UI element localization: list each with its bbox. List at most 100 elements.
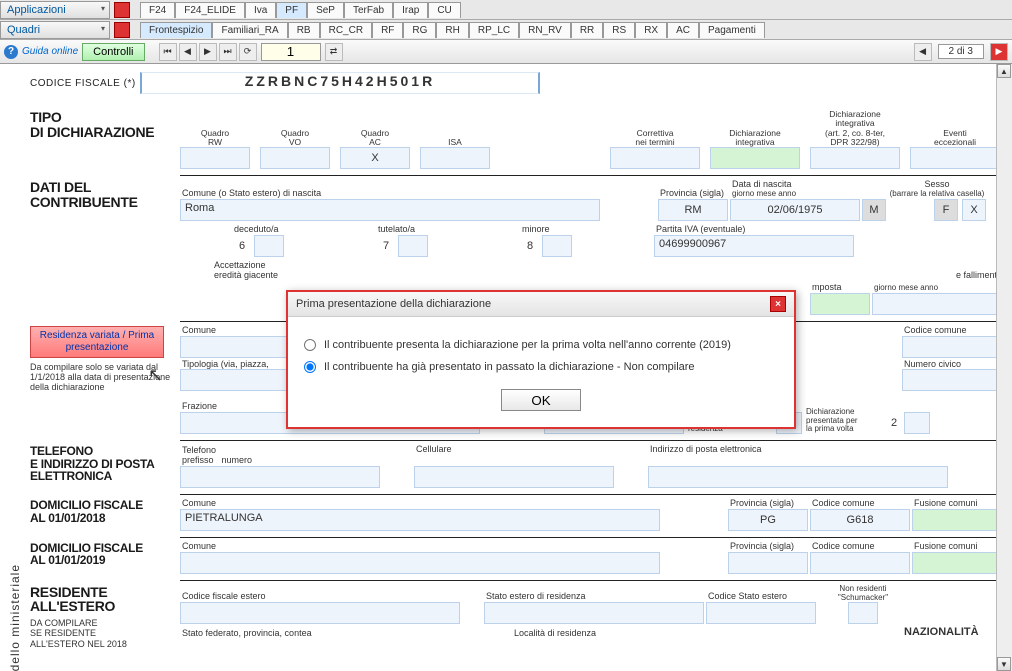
tab-rb[interactable]: RB bbox=[288, 22, 320, 38]
tab-f24[interactable]: F24 bbox=[140, 2, 175, 18]
page-input[interactable] bbox=[261, 43, 321, 61]
tutelato-input[interactable] bbox=[398, 235, 428, 257]
radio-2-label: Il contribuente ha già presentato in pas… bbox=[324, 361, 695, 373]
tab-rc_cr[interactable]: RC_CR bbox=[320, 22, 372, 38]
dom2018-prov-input[interactable]: PG bbox=[728, 509, 808, 531]
next-page-button[interactable]: ▶ bbox=[199, 43, 217, 61]
prev-record-button[interactable]: ◀ bbox=[914, 43, 932, 61]
minore-input[interactable] bbox=[542, 235, 572, 257]
last-page-button[interactable]: ⏭ bbox=[219, 43, 237, 61]
radio-1-label: Il contribuente presenta la dichiarazion… bbox=[324, 339, 731, 351]
cellulare-label: Cellulare bbox=[414, 445, 614, 455]
tab-f24_elide[interactable]: F24_ELIDE bbox=[175, 2, 245, 18]
pdf-icon-2[interactable] bbox=[114, 22, 130, 38]
dom2018-codice-input[interactable]: G618 bbox=[810, 509, 910, 531]
prev-page-button[interactable]: ◀ bbox=[179, 43, 197, 61]
sesso-m[interactable]: M bbox=[862, 199, 886, 221]
email-input[interactable] bbox=[648, 466, 948, 488]
dom2019-prov-input[interactable] bbox=[728, 552, 808, 574]
page-indicator: 2 di 3 bbox=[938, 44, 984, 59]
tipo-col-3[interactable] bbox=[420, 147, 490, 169]
dom2018-comune-input[interactable]: PIETRALUNGA bbox=[180, 509, 660, 531]
tipo-col-6[interactable] bbox=[810, 147, 900, 169]
radio-1[interactable] bbox=[304, 339, 316, 351]
vertical-scrollbar[interactable]: ▲ ▼ bbox=[996, 64, 1012, 671]
estero-sub: DA COMPILARE SE RESIDENTE ALL'ESTERO NEL… bbox=[30, 618, 174, 649]
tab-pagamenti[interactable]: Pagamenti bbox=[699, 22, 765, 38]
dom2018-prov-label: Provincia (sigla) bbox=[728, 499, 808, 509]
radio-option-2[interactable]: Il contribuente ha già presentato in pas… bbox=[304, 361, 778, 373]
provincia-input[interactable]: RM bbox=[658, 199, 728, 221]
ok-button[interactable]: OK bbox=[501, 389, 581, 411]
data-nascita-input[interactable]: 02/06/1975 bbox=[730, 199, 860, 221]
help-icon[interactable]: ? bbox=[4, 45, 18, 59]
tab-iva[interactable]: Iva bbox=[245, 2, 276, 18]
radio-option-1[interactable]: Il contribuente presenta la dichiarazion… bbox=[304, 339, 778, 351]
cfestero-input[interactable] bbox=[180, 602, 460, 624]
scroll-up-button[interactable]: ▲ bbox=[997, 64, 1011, 78]
comune-input[interactable]: Roma bbox=[180, 199, 600, 221]
gma-label: giorno mese anno bbox=[872, 284, 1012, 293]
tab-rg[interactable]: RG bbox=[403, 22, 436, 38]
piva-input[interactable]: 04699900967 bbox=[654, 235, 854, 257]
tab-frontespizio[interactable]: Frontespizio bbox=[140, 22, 212, 38]
tab-cu[interactable]: CU bbox=[428, 2, 460, 18]
imposta-input[interactable] bbox=[810, 293, 870, 315]
schumacker-input[interactable] bbox=[848, 602, 878, 624]
next-record-button[interactable]: ▶ bbox=[990, 43, 1008, 61]
dom2018-title: DOMICILIO FISCALE AL 01/01/2018 bbox=[30, 499, 174, 526]
cellulare-input[interactable] bbox=[414, 466, 614, 488]
tab-pf[interactable]: PF bbox=[276, 2, 307, 18]
tab-rp_lc[interactable]: RP_LC bbox=[469, 22, 519, 38]
applicazioni-dropdown[interactable]: Applicazioni bbox=[0, 1, 110, 19]
tipo-dich-body: Quadro RWQuadro VOQuadro ACXISACorrettiv… bbox=[180, 110, 1012, 176]
tab-familiari_ra[interactable]: Familiari_RA bbox=[212, 22, 287, 38]
tipo-col-5[interactable] bbox=[710, 147, 800, 169]
dich-prima-check[interactable] bbox=[904, 412, 930, 434]
gma-input[interactable] bbox=[872, 293, 1012, 315]
sync-button[interactable]: ⇄ bbox=[325, 43, 343, 61]
tab-irap[interactable]: Irap bbox=[393, 2, 428, 18]
residenza-badge[interactable]: Residenza variata / Prima presentazione bbox=[30, 326, 164, 358]
dom2019-comune-input[interactable] bbox=[180, 552, 660, 574]
codice-fiscale-input[interactable]: ZZRBNC75H42H501R bbox=[140, 72, 540, 94]
tipo-col-7[interactable] bbox=[910, 147, 1000, 169]
quadri-toolbar: Quadri FrontespizioFamiliari_RARBRC_CRRF… bbox=[0, 20, 1012, 40]
scroll-down-button[interactable]: ▼ bbox=[997, 657, 1011, 671]
controlli-button[interactable]: Controlli bbox=[82, 43, 144, 61]
dialog-title: Prima presentazione della dichiarazione bbox=[296, 298, 491, 310]
stato-res-label: Stato estero di residenza bbox=[484, 592, 704, 602]
dom2019-prov-label: Provincia (sigla) bbox=[728, 542, 808, 552]
tipo-col-2[interactable]: X bbox=[340, 147, 410, 169]
tab-rh[interactable]: RH bbox=[436, 22, 468, 38]
tipo-col-1[interactable] bbox=[260, 147, 330, 169]
close-icon[interactable]: × bbox=[770, 296, 786, 312]
sesso-f[interactable]: F bbox=[934, 199, 958, 221]
tutelato-label: tutelato/a bbox=[376, 225, 476, 235]
quadri-dropdown[interactable]: Quadri bbox=[0, 21, 110, 39]
tab-rn_rv[interactable]: RN_RV bbox=[519, 22, 571, 38]
tab-rf[interactable]: RF bbox=[372, 22, 403, 38]
tab-rr[interactable]: RR bbox=[571, 22, 603, 38]
deceduto-input[interactable] bbox=[254, 235, 284, 257]
dich-prima-num: 2 bbox=[886, 412, 902, 434]
tab-rs[interactable]: RS bbox=[603, 22, 635, 38]
guida-online-link[interactable]: Guida online bbox=[22, 46, 78, 57]
telefono-input[interactable] bbox=[180, 466, 380, 488]
tab-terfab[interactable]: TerFab bbox=[344, 2, 393, 18]
pdf-icon[interactable] bbox=[114, 2, 130, 18]
tab-rx[interactable]: RX bbox=[635, 22, 667, 38]
stato-res-input[interactable] bbox=[484, 602, 704, 624]
codice-stato-input[interactable] bbox=[706, 602, 816, 624]
tipo-col-4[interactable] bbox=[610, 147, 700, 169]
refresh-button[interactable]: ⟳ bbox=[239, 43, 257, 61]
radio-2[interactable] bbox=[304, 361, 316, 373]
sesso-x[interactable]: X bbox=[962, 199, 986, 221]
tipo-title-1: TIPO bbox=[30, 109, 61, 125]
first-page-button[interactable]: ⏮ bbox=[159, 43, 177, 61]
tab-ac[interactable]: AC bbox=[667, 22, 699, 38]
dom2019-codice-input[interactable] bbox=[810, 552, 910, 574]
dom2018-comune-label: Comune bbox=[180, 499, 726, 509]
tipo-col-0[interactable] bbox=[180, 147, 250, 169]
tab-sep[interactable]: SeP bbox=[307, 2, 344, 18]
